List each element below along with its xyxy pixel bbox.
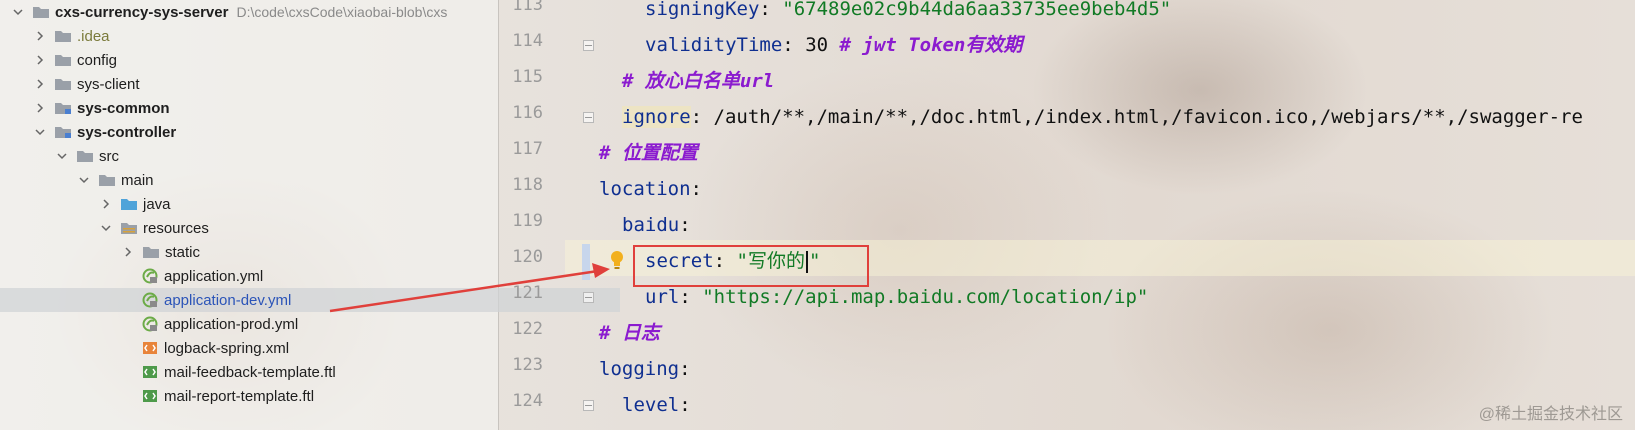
code-line-119[interactable]: baidu: <box>0 207 1635 243</box>
colon: : <box>679 214 691 236</box>
watermark: @稀土掘金技术社区 <box>1478 406 1623 423</box>
yaml-key: level <box>622 394 680 416</box>
code-line-118[interactable]: location: <box>0 171 1635 207</box>
code-line-113[interactable]: signingKey: "67489e02c9b44da6aa33735ee9b… <box>0 0 1635 27</box>
yaml-key: location <box>599 178 691 200</box>
yaml-key: signingKey <box>645 0 760 20</box>
yaml-comment: # 日志 <box>599 322 660 344</box>
code-line-122[interactable]: # 日志 <box>0 315 1635 351</box>
yaml-value: 30 <box>805 34 829 56</box>
code-line-123[interactable]: logging: <box>0 351 1635 387</box>
code-line-114[interactable]: validityTime: 30 # jwt Token有效期 <box>0 27 1635 63</box>
colon: : <box>759 0 771 20</box>
colon: : <box>679 394 691 416</box>
yaml-value: /auth/**,/main/**,/doc.html,/index.html,… <box>713 106 1583 128</box>
code-line-117[interactable]: # 位置配置 <box>0 135 1635 171</box>
code-line-124[interactable]: level: <box>0 387 1635 423</box>
colon: : <box>690 178 702 200</box>
yaml-key: url <box>645 286 680 308</box>
yaml-key: logging <box>599 358 680 380</box>
colon: : <box>690 106 703 128</box>
code-line-115[interactable]: # 放心白名单url <box>0 63 1635 99</box>
colon: : <box>782 34 794 56</box>
yaml-comment: # 位置配置 <box>599 142 698 164</box>
yaml-key: ignore <box>622 106 691 128</box>
colon: : <box>679 358 691 380</box>
yaml-key: validityTime <box>645 34 783 56</box>
yaml-string: "67489e02c9b44da6aa33735ee9beb4d5" <box>782 0 1172 20</box>
annotation-highlight-box <box>633 245 869 287</box>
yaml-comment: # jwt Token有效期 <box>839 34 1023 56</box>
yaml-string: "https://api.map.baidu.com/location/ip" <box>702 286 1149 308</box>
yaml-key: baidu <box>622 214 680 236</box>
yaml-comment: # 放心白名单url <box>622 70 775 92</box>
colon: : <box>679 286 691 308</box>
code-line-116[interactable]: ignore: /auth/**,/main/**,/doc.html,/ind… <box>0 99 1635 135</box>
